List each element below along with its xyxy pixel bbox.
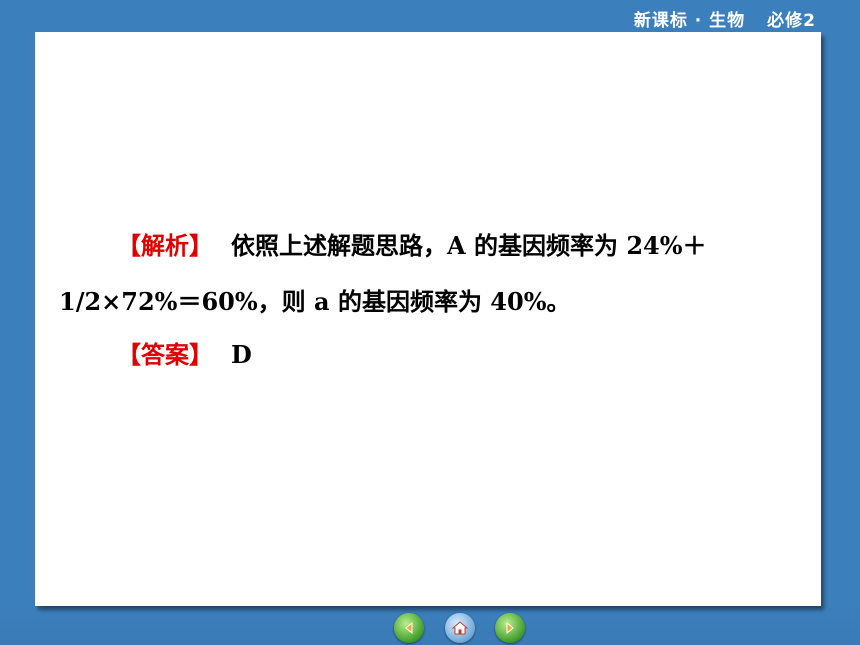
analysis-line-2: 1/2×72%＝60%，则 a 的基因频率为 40%。 [59, 282, 571, 317]
analysis-text-1: 依照上述解题思路，A 的基因频率为 24%＋ [231, 231, 707, 260]
bottom-band [0, 605, 860, 645]
slide-content: 【解析】 依照上述解题思路，A 的基因频率为 24%＋ 1/2×72%＝60%，则… [35, 32, 821, 606]
analysis-line-1: 【解析】 依照上述解题思路，A 的基因频率为 24%＋ [117, 226, 707, 261]
next-button[interactable] [495, 613, 525, 643]
answer-tag: 【答案】 [117, 341, 213, 369]
home-icon [451, 621, 469, 635]
answer-value: D [231, 340, 252, 369]
prev-button[interactable] [394, 613, 424, 643]
volume-label: 必修2 [767, 11, 816, 31]
answer-line: 【答案】 D [117, 335, 252, 370]
course-label: 新课标 · 生物 [633, 11, 746, 31]
analysis-text-2: 1/2×72%＝60%，则 a 的基因频率为 40%。 [59, 287, 571, 316]
right-arrow-icon [506, 621, 514, 635]
header-title: 新课标 · 生物 必修2 [634, 6, 816, 31]
slide-panel: 【解析】 依照上述解题思路，A 的基因频率为 24%＋ 1/2×72%＝60%，则… [35, 32, 821, 606]
home-button[interactable] [445, 613, 475, 643]
left-arrow-icon [405, 621, 413, 635]
analysis-tag: 【解析】 [117, 232, 213, 260]
